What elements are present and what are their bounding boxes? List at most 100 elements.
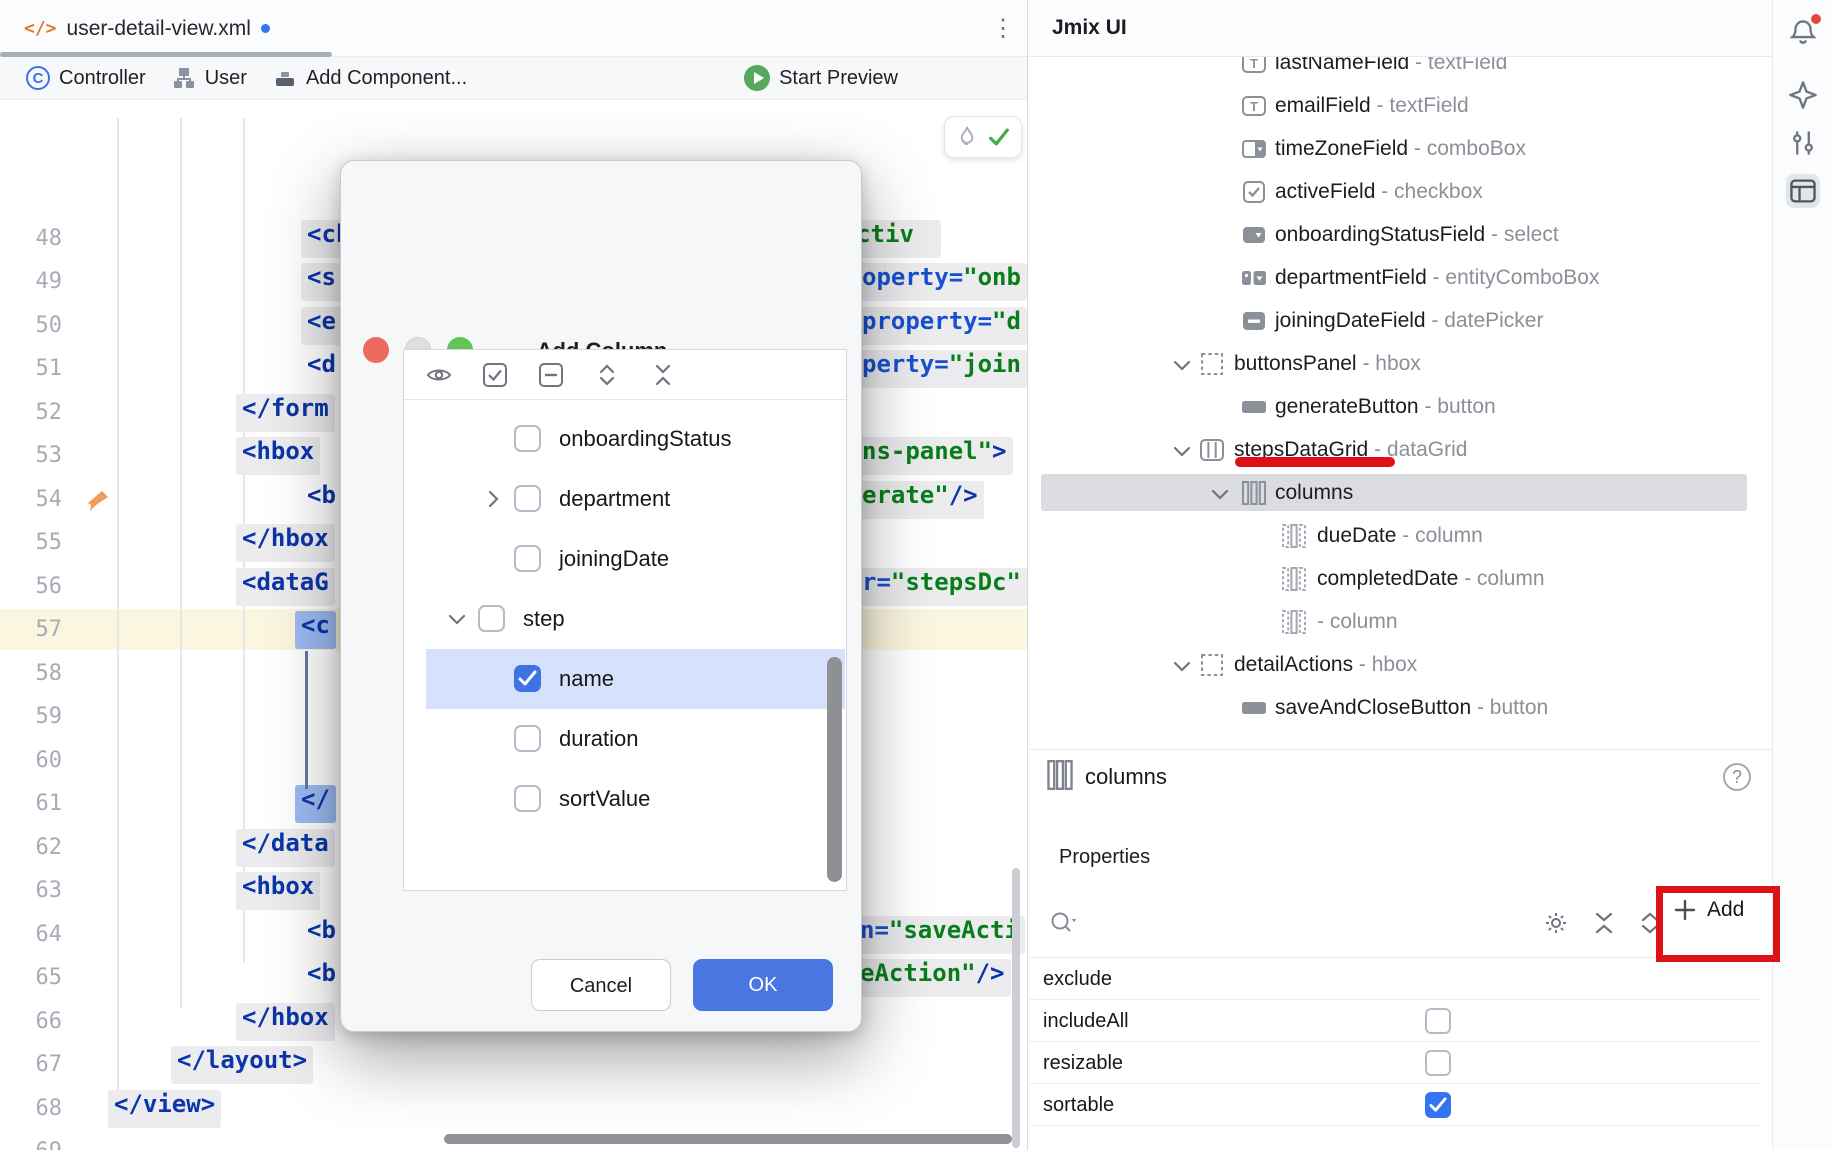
user-entity-button[interactable]: User [172, 66, 247, 90]
ai-assistant-icon[interactable] [1786, 78, 1820, 112]
controller-button[interactable]: C Controller [26, 66, 146, 90]
tree-item-dueDate[interactable]: dueDate - column [1041, 517, 1747, 554]
select-icon [1241, 222, 1267, 248]
attribute-row-name[interactable]: name [426, 649, 845, 709]
attribute-row-joiningDate[interactable]: joiningDate [404, 529, 846, 589]
kebab-menu-icon[interactable]: ⋮ [988, 12, 1018, 46]
line-number: 57 [12, 611, 62, 648]
cancel-button[interactable]: Cancel [531, 959, 671, 1011]
flame-icon [956, 125, 978, 149]
attribute-row-department[interactable]: department [404, 469, 846, 529]
tree-item-completedDate[interactable]: completedDate - column [1041, 560, 1747, 597]
property-row-resizable[interactable]: resizable [1029, 1042, 1761, 1084]
chevron-down-icon[interactable] [1169, 653, 1191, 675]
jmix-ui-panel-icon[interactable] [1786, 174, 1820, 208]
chevron-down-icon[interactable] [1207, 481, 1229, 503]
attribute-checkbox-sortValue[interactable] [514, 785, 541, 812]
attribute-row-step[interactable]: step [404, 589, 846, 649]
attribute-label: step [523, 589, 565, 649]
tree-item-unnamed-column[interactable]: - column [1041, 603, 1747, 640]
line-number: 68 [12, 1090, 62, 1127]
attribute-checkbox-onboardingStatus[interactable] [514, 425, 541, 452]
attribute-checkbox-step[interactable] [478, 605, 505, 632]
chevron-down-icon[interactable] [1169, 352, 1191, 374]
indent-guide [180, 118, 182, 1008]
sliders-icon[interactable] [1786, 126, 1820, 160]
column-icon [1281, 523, 1307, 549]
collapse-all-icon[interactable] [1591, 910, 1617, 936]
property-checkbox-sortable[interactable] [1425, 1092, 1451, 1118]
editor-vertical-scrollbar[interactable] [1012, 868, 1020, 1148]
tree-item-joiningDateField[interactable]: joiningDateField - datePicker [1041, 302, 1747, 339]
tree-item-columns[interactable]: columns [1041, 474, 1747, 511]
tree-item-onboardingStatusField[interactable]: onboardingStatusField - select [1041, 216, 1747, 253]
expand-all-icon[interactable] [594, 362, 620, 388]
property-row-sortable[interactable]: sortable [1029, 1084, 1761, 1126]
button-icon [1241, 695, 1267, 721]
line-number: 66 [12, 1003, 62, 1040]
code-fragment: operty="onb [856, 263, 1027, 301]
inspection-widget[interactable] [944, 116, 1022, 158]
line-number: 64 [12, 916, 62, 953]
line-number: 52 [12, 394, 62, 431]
code-fragment: <dataG [236, 568, 335, 606]
ok-button[interactable]: OK [693, 959, 833, 1011]
collapse-all-icon[interactable] [650, 362, 676, 388]
eye-icon[interactable] [426, 362, 452, 388]
attributes-scrollbar[interactable] [827, 657, 842, 882]
hierarchy-icon [172, 66, 196, 90]
datepicker-icon [1241, 308, 1267, 334]
tree-item-label: saveAndCloseButton - button [1275, 689, 1548, 726]
combobox-icon [1241, 136, 1267, 162]
attribute-row-duration[interactable]: duration [404, 709, 846, 769]
panel-title: Jmix UI [1052, 16, 1127, 40]
code-fragment: ns-panel"> [856, 437, 1013, 475]
line-number: 55 [12, 524, 62, 561]
tree-item-label: joiningDateField - datePicker [1275, 302, 1543, 339]
help-icon[interactable]: ? [1723, 763, 1751, 791]
checkbox-indeterminate-icon[interactable] [538, 362, 564, 388]
tree-item-emailField[interactable]: TemailField - textField [1041, 87, 1747, 124]
chevron-down-icon[interactable] [444, 606, 470, 632]
tree-item-detailActions[interactable]: detailActions - hbox [1041, 646, 1747, 683]
code-fragment: </hbox [236, 1003, 335, 1041]
search-icon[interactable] [1049, 910, 1079, 938]
chevron-right-icon[interactable] [480, 486, 506, 512]
property-checkbox-includeAll[interactable] [1425, 1008, 1451, 1034]
tree-item-saveAndCloseButton[interactable]: saveAndCloseButton - button [1041, 689, 1747, 726]
notification-badge [1811, 14, 1821, 24]
attribute-checkbox-joiningDate[interactable] [514, 545, 541, 572]
attribute-checkbox-duration[interactable] [514, 725, 541, 752]
notifications-bell-icon[interactable] [1786, 16, 1820, 50]
checkbox-checked-icon[interactable] [482, 362, 508, 388]
attribute-row-onboardingStatus[interactable]: onboardingStatus [404, 409, 846, 469]
property-row-exclude[interactable]: exclude [1029, 958, 1761, 1000]
tree-item-activeField[interactable]: activeField - checkbox [1041, 173, 1747, 210]
code-fragment: <hbox [236, 437, 320, 475]
attribute-checkbox-name[interactable] [514, 665, 541, 692]
property-row-includeAll[interactable]: includeAll [1029, 1000, 1761, 1042]
textfield-icon: T [1241, 57, 1267, 76]
tree-item-timeZoneField[interactable]: timeZoneField - comboBox [1041, 130, 1747, 167]
property-checkbox-resizable[interactable] [1425, 1050, 1451, 1076]
svg-text:T: T [1250, 57, 1258, 71]
tree-item-buttonsPanel[interactable]: buttonsPanel - hbox [1041, 345, 1747, 382]
chevron-down-icon[interactable] [1169, 438, 1191, 460]
tree-item-departmentField[interactable]: departmentField - entityComboBox [1041, 259, 1747, 296]
tab-properties[interactable]: Properties [1059, 846, 1150, 869]
code-fragment: r="stepsDc" [856, 568, 1027, 606]
tree-item-generateButton[interactable]: generateButton - button [1041, 388, 1747, 425]
editor-horizontal-scrollbar[interactable] [444, 1134, 1012, 1144]
tree-item-label: dueDate - column [1317, 517, 1483, 554]
button-icon [1241, 394, 1267, 420]
attribute-checkbox-department[interactable] [514, 485, 541, 512]
start-preview-button[interactable]: Start Preview [744, 65, 898, 91]
start-preview-label: Start Preview [779, 67, 898, 90]
attribute-row-sortValue[interactable]: sortValue [404, 769, 846, 829]
gear-icon[interactable] [1543, 910, 1569, 936]
add-component-label: Add Component... [306, 67, 467, 90]
add-component-button[interactable]: Add Component... [273, 66, 467, 90]
tree-item-lastNameField[interactable]: TlastNameField - textField [1041, 57, 1747, 81]
code-fragment: erate"/> [856, 481, 984, 519]
tab-user-detail-view[interactable]: </> user-detail-view.xml [14, 0, 280, 57]
